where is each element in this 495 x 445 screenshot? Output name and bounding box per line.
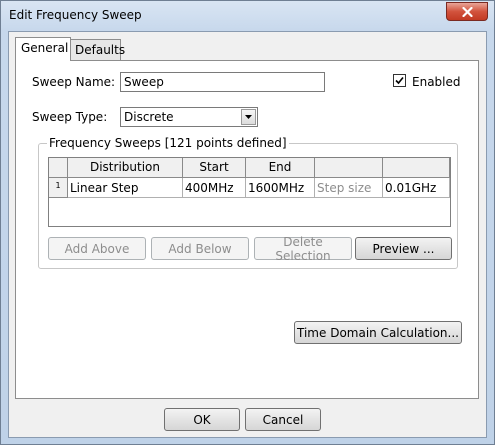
time-domain-calculation-button[interactable]: Time Domain Calculation...	[294, 321, 462, 344]
column-header-5[interactable]	[383, 158, 450, 178]
sweep-type-value: Discrete	[124, 110, 174, 124]
table-cell-step-size-label: Step size	[315, 178, 383, 198]
table-cell-distribution[interactable]: Linear Step	[68, 178, 183, 198]
tab-general[interactable]: General	[15, 37, 71, 61]
table-cell-end[interactable]: 1600MHz	[246, 178, 315, 198]
enabled-label: Enabled	[412, 75, 461, 89]
table-cell-start[interactable]: 400MHz	[183, 178, 246, 198]
enabled-checkbox[interactable]	[393, 74, 406, 87]
row-number-1[interactable]: 1	[49, 178, 68, 198]
window-title: Edit Frequency Sweep	[9, 8, 142, 22]
close-icon	[461, 6, 473, 17]
frequency-sweeps-group: Frequency Sweeps [121 points defined] Di…	[38, 136, 458, 269]
title-bar[interactable]: Edit Frequency Sweep	[1, 1, 494, 30]
general-tab-panel: Sweep Name: Enabled Sweep Type: Discrete…	[15, 60, 479, 399]
column-header-start[interactable]: Start	[183, 158, 246, 178]
ok-button[interactable]: OK	[164, 408, 240, 431]
frequency-sweeps-table[interactable]: Distribution Start End 1 Linear Step 400…	[48, 157, 451, 227]
sweep-type-label: Sweep Type:	[32, 110, 108, 124]
add-below-button[interactable]: Add Below	[151, 237, 249, 260]
sweep-type-select[interactable]: Discrete	[120, 107, 258, 127]
column-header-4[interactable]	[315, 158, 383, 178]
table-corner-header	[49, 158, 68, 178]
edit-frequency-sweep-dialog: Edit Frequency Sweep General Defaults Sw…	[0, 0, 495, 445]
delete-selection-button[interactable]: Delete Selection	[254, 235, 352, 263]
chevron-down-icon	[245, 115, 252, 119]
add-above-button[interactable]: Add Above	[48, 237, 146, 260]
column-header-end[interactable]: End	[246, 158, 315, 178]
close-button[interactable]	[446, 2, 488, 21]
checkmark-icon	[395, 76, 404, 85]
preview-button[interactable]: Preview ...	[355, 237, 452, 260]
table-cell-step-size-value[interactable]: 0.01GHz	[383, 178, 450, 198]
sweep-name-input[interactable]	[120, 72, 325, 92]
frequency-sweeps-title: Frequency Sweeps [121 points defined]	[47, 136, 289, 150]
column-header-distribution[interactable]: Distribution	[68, 158, 183, 178]
sweep-name-label: Sweep Name:	[32, 75, 116, 89]
dialog-client-area: General Defaults Sweep Name: Enabled Swe…	[8, 31, 487, 438]
dropdown-arrow[interactable]	[241, 109, 256, 125]
cancel-button[interactable]: Cancel	[245, 408, 321, 431]
tab-defaults[interactable]: Defaults	[69, 39, 125, 60]
